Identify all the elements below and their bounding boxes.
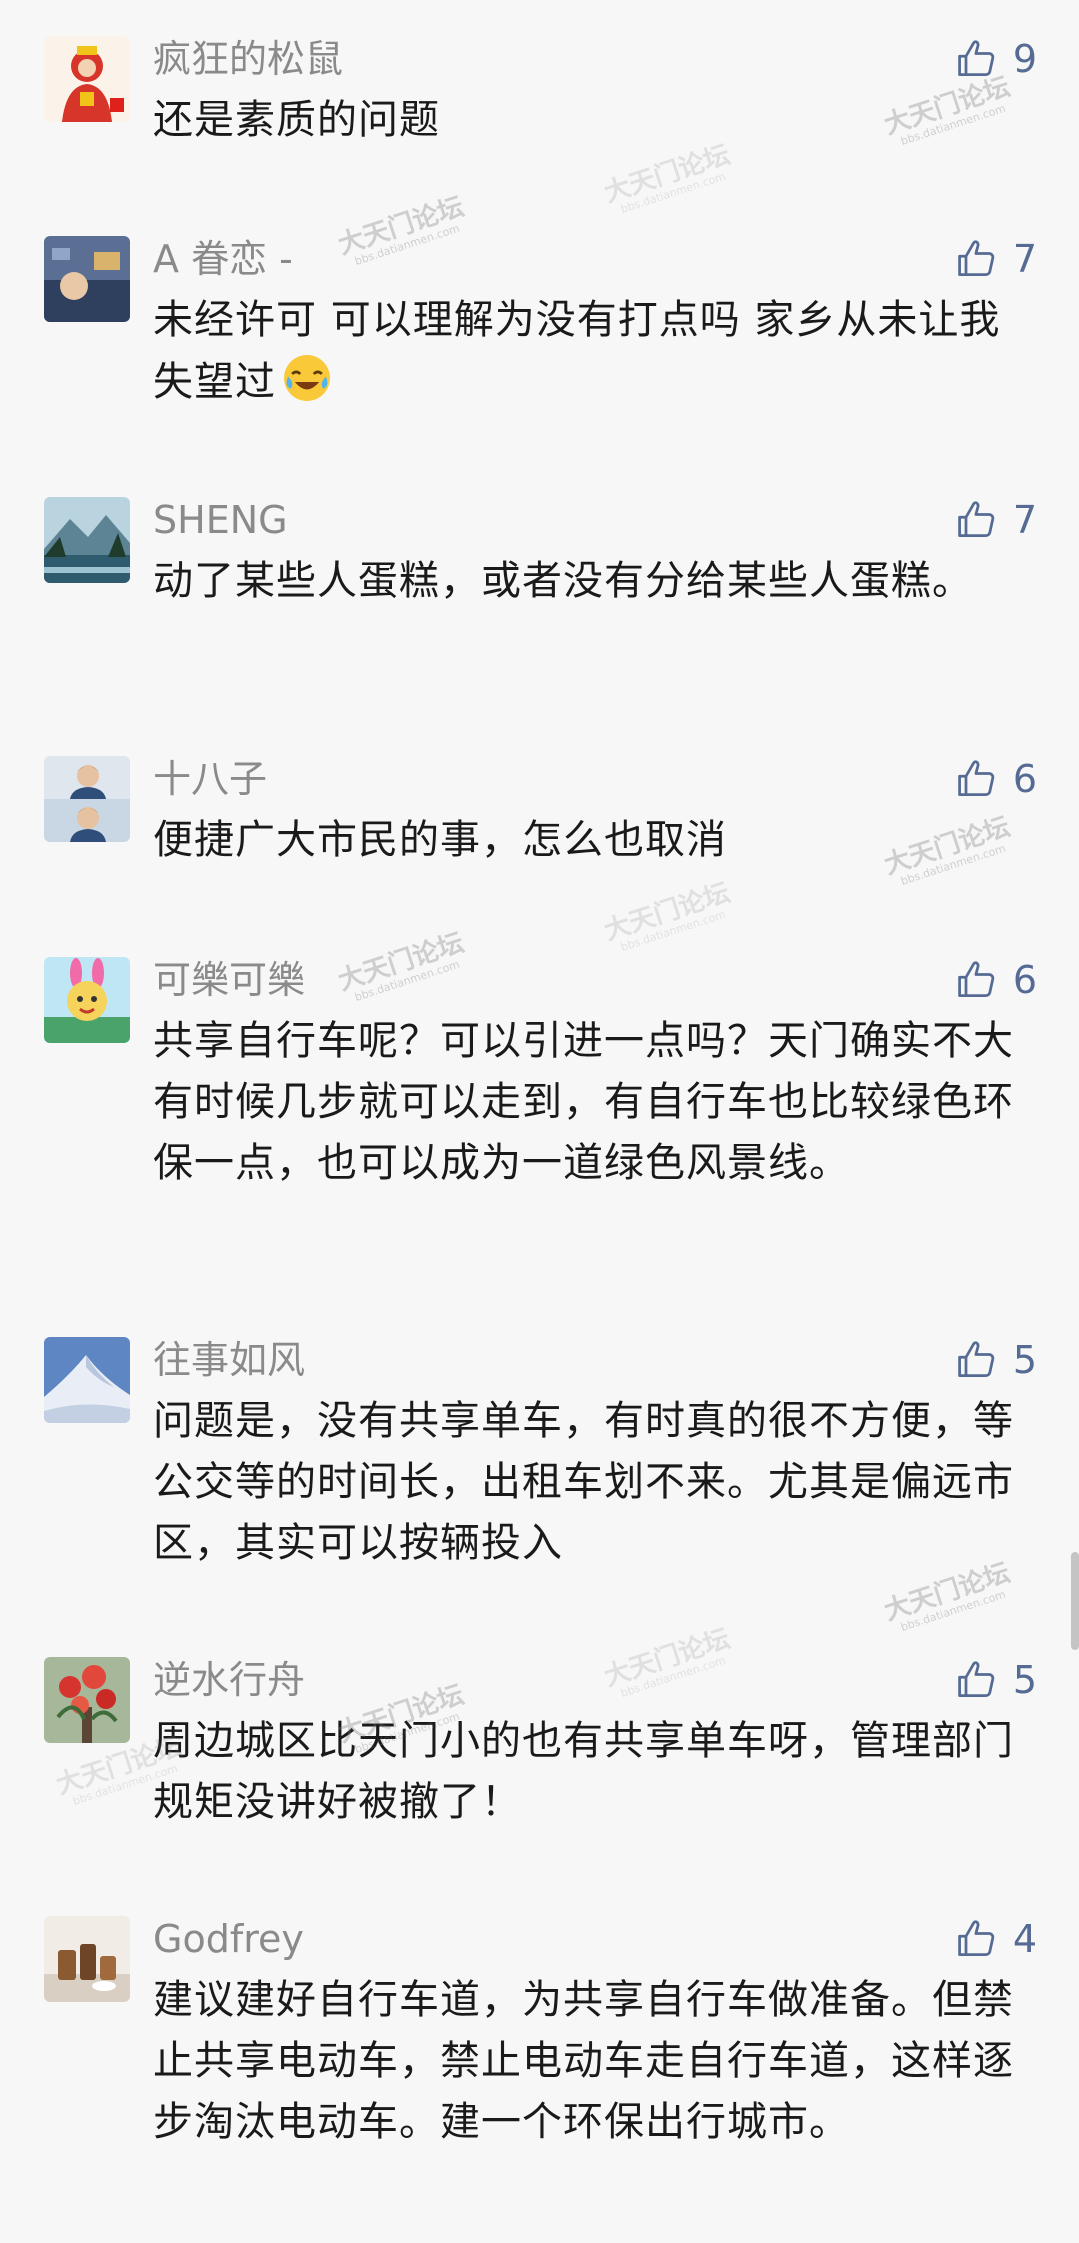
bunny-ears-avatar-icon[interactable] (44, 957, 130, 1043)
comment-text: 未经许可 可以理解为没有打点吗 家乡从未让我失望过 (153, 290, 1033, 413)
username[interactable]: A 眷恋 - (153, 236, 293, 282)
comment-list: 疯狂的松鼠 9 还是素质的问题 A 眷恋 - 7 未经许可 可以理解为没有打点吗… (0, 0, 1079, 2243)
username[interactable]: 往事如风 (153, 1337, 305, 1383)
comment-text: 建议建好自行车道，为共享自行车做准备。但禁止共享电动车，禁止电动车走自行车道，这… (153, 1977, 1014, 2145)
like-button[interactable]: 5 (955, 1657, 1037, 1703)
red-figure-avatar-icon[interactable] (44, 36, 130, 122)
like-count: 5 (1012, 1658, 1037, 1702)
like-button[interactable]: 7 (955, 497, 1037, 543)
thumbs-up-icon[interactable] (955, 1658, 999, 1702)
thumbs-up-icon[interactable] (955, 1917, 999, 1961)
username[interactable]: 疯狂的松鼠 (153, 36, 343, 82)
like-button[interactable]: 5 (955, 1337, 1037, 1383)
like-button[interactable]: 6 (955, 756, 1037, 802)
flowers-avatar-icon[interactable] (44, 1657, 130, 1743)
photo-avatar-icon[interactable] (44, 236, 130, 322)
like-count: 6 (1012, 958, 1037, 1002)
comment-text: 还是素质的问题 (153, 97, 440, 143)
like-count: 7 (1012, 498, 1037, 542)
thumbs-up-icon[interactable] (955, 1338, 999, 1382)
comment-text: 共享自行车呢？可以引进一点吗？天门确实不大有时候几步就可以走到，有自行车也比较绿… (153, 1018, 1014, 1186)
comment-text: 便捷广大市民的事，怎么也取消 (153, 817, 727, 863)
like-count: 4 (1012, 1917, 1037, 1961)
snow-mountain-avatar-icon[interactable] (44, 1337, 130, 1423)
like-count: 9 (1012, 37, 1037, 81)
like-count: 5 (1012, 1338, 1037, 1382)
username[interactable]: SHENG (153, 497, 288, 543)
username[interactable]: 逆水行舟 (153, 1657, 305, 1703)
mountain-lake-avatar-icon[interactable] (44, 497, 130, 583)
username[interactable]: Godfrey (153, 1916, 304, 1962)
thumbs-up-icon[interactable] (955, 958, 999, 1002)
thumbs-up-icon[interactable] (955, 237, 999, 281)
comment-text: 动了某些人蛋糕，或者没有分给某些人蛋糕。 (153, 558, 973, 604)
thumbs-up-icon[interactable] (955, 37, 999, 81)
username[interactable]: 十八子 (153, 756, 267, 802)
like-button[interactable]: 7 (955, 236, 1037, 282)
cups-avatar-icon[interactable] (44, 1916, 130, 2002)
scrollbar-thumb[interactable] (1071, 1552, 1079, 1650)
like-count: 6 (1012, 757, 1037, 801)
comment-text: 周边城区比天门小的也有共享单车呀，管理部门规矩没讲好被撤了！ (153, 1718, 1014, 1825)
like-button[interactable]: 9 (955, 36, 1037, 82)
like-button[interactable]: 6 (955, 957, 1037, 1003)
username[interactable]: 可樂可樂 (153, 957, 305, 1003)
crying-laughing-emoji-icon (280, 351, 334, 405)
like-count: 7 (1012, 237, 1037, 281)
like-button[interactable]: 4 (955, 1916, 1037, 1962)
comment-text: 问题是，没有共享单车，有时真的很不方便，等公交等的时间长，出租车划不来。尤其是偏… (153, 1398, 1014, 1566)
portrait-avatar-icon[interactable] (44, 756, 130, 842)
thumbs-up-icon[interactable] (955, 757, 999, 801)
thumbs-up-icon[interactable] (955, 498, 999, 542)
